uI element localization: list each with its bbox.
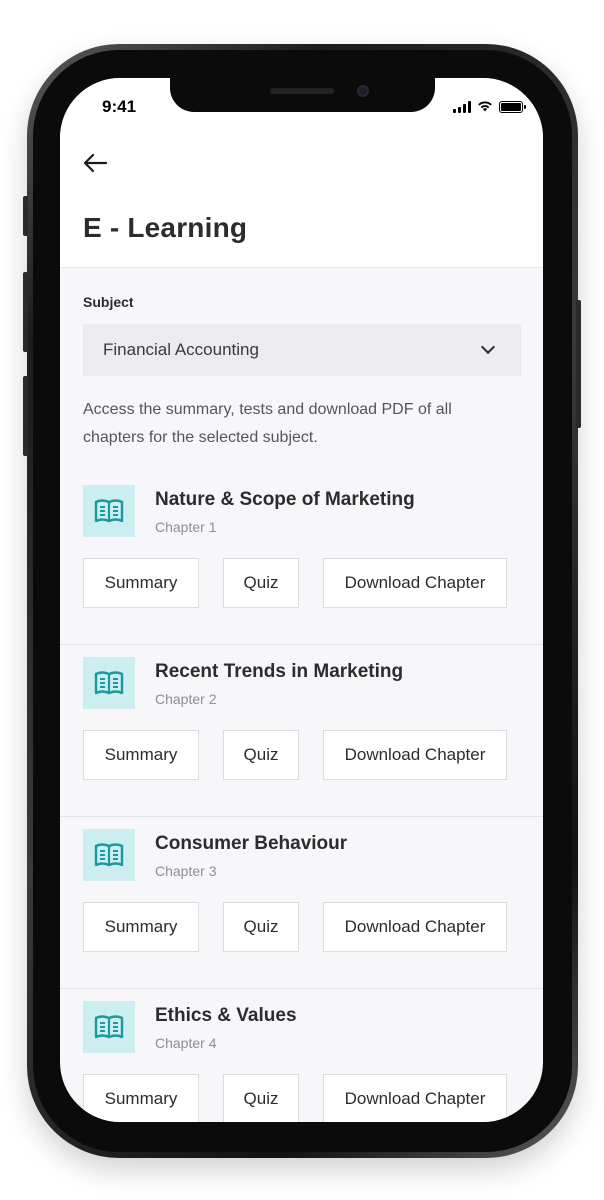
download-chapter-button[interactable]: Download Chapter: [323, 1074, 507, 1122]
subject-label: Subject: [83, 294, 134, 310]
book-icon: [83, 485, 135, 537]
chapter-item: Nature & Scope of Marketing Chapter 1 Su…: [60, 473, 543, 645]
chapter-number: Chapter 2: [155, 691, 217, 707]
chapter-number: Chapter 4: [155, 1035, 217, 1051]
subject-select-value: Financial Accounting: [103, 340, 259, 359]
wifi-icon: [477, 100, 493, 113]
quiz-button[interactable]: Quiz: [223, 1074, 299, 1122]
chapter-number: Chapter 1: [155, 519, 217, 535]
speaker-grille: [270, 88, 334, 94]
power-button: [576, 300, 581, 428]
app-header: E - Learning: [60, 122, 543, 268]
book-icon: [83, 829, 135, 881]
chapter-list: Nature & Scope of Marketing Chapter 1 Su…: [60, 473, 543, 1122]
battery-icon: [499, 101, 526, 113]
quiz-button[interactable]: Quiz: [223, 902, 299, 952]
subject-description: Access the summary, tests and download P…: [83, 401, 452, 446]
summary-button[interactable]: Summary: [83, 730, 199, 780]
download-chapter-button[interactable]: Download Chapter: [323, 558, 507, 608]
cellular-signal-icon: [453, 101, 471, 113]
status-time: 9:41: [102, 97, 137, 116]
summary-button[interactable]: Summary: [83, 902, 199, 952]
summary-button[interactable]: Summary: [83, 558, 199, 608]
arrow-left-icon[interactable]: [82, 152, 108, 178]
chapter-number: Chapter 3: [155, 863, 217, 879]
subject-select[interactable]: Financial Accounting: [83, 324, 521, 376]
chapter-item: Ethics & Values Chapter 4 Summary Quiz D…: [60, 989, 543, 1122]
chapter-item: Recent Trends in Marketing Chapter 2 Sum…: [60, 645, 543, 817]
chapter-title: Nature & Scope of Marketing: [155, 489, 415, 510]
quiz-button[interactable]: Quiz: [223, 730, 299, 780]
mute-switch: [23, 196, 28, 236]
volume-down-button: [23, 376, 28, 456]
front-camera: [357, 85, 369, 97]
quiz-button[interactable]: Quiz: [223, 558, 299, 608]
summary-button[interactable]: Summary: [83, 1074, 199, 1122]
screen: 9:41 E - Learning Subject Financial Acco…: [60, 78, 543, 1122]
status-icons: [453, 100, 526, 113]
chapter-title: Ethics & Values: [155, 1005, 297, 1026]
chapter-item: Consumer Behaviour Chapter 3 Summary Qui…: [60, 817, 543, 989]
notch: [170, 78, 435, 112]
download-chapter-button[interactable]: Download Chapter: [323, 902, 507, 952]
chapter-title: Consumer Behaviour: [155, 833, 348, 854]
volume-up-button: [23, 272, 28, 352]
chevron-down-icon: [480, 339, 496, 355]
page-title: E - Learning: [83, 212, 248, 243]
book-icon: [83, 1001, 135, 1053]
book-icon: [83, 657, 135, 709]
download-chapter-button[interactable]: Download Chapter: [323, 730, 507, 780]
chapter-title: Recent Trends in Marketing: [155, 661, 404, 682]
